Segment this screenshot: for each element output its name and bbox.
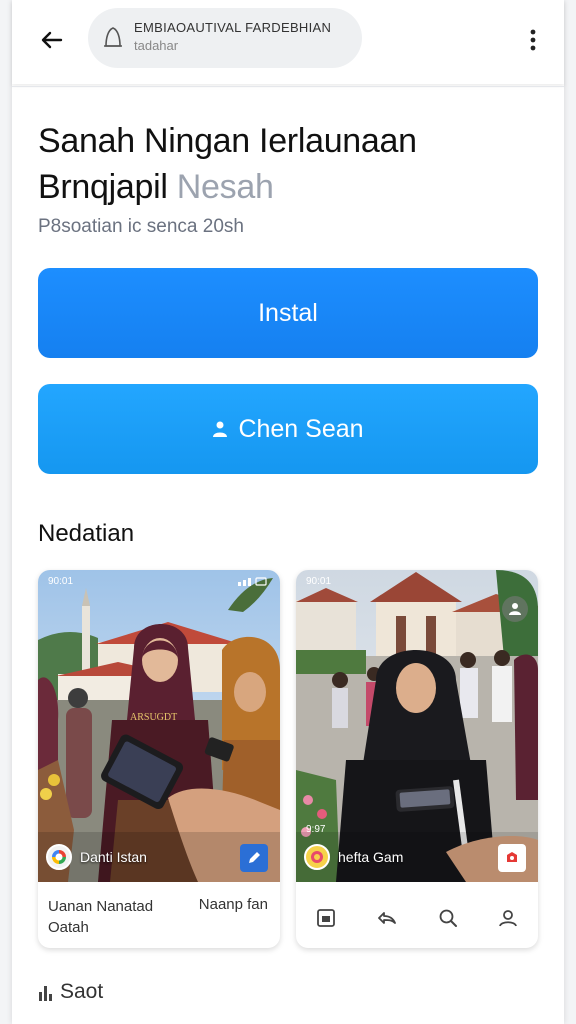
- status-indicators: [238, 576, 268, 586]
- card-actions: [296, 888, 538, 948]
- install-button[interactable]: Instal: [38, 268, 538, 358]
- more-options-button[interactable]: [518, 24, 548, 56]
- channel-name: Danti Istan: [80, 849, 147, 865]
- more-vertical-icon: [530, 29, 536, 51]
- back-button[interactable]: [34, 22, 70, 58]
- status-time: 90:01: [306, 576, 332, 587]
- media-card[interactable]: ARSUGDT 90:01 Danti Istan Uanan Nanatad …: [38, 570, 280, 948]
- section-title: Nedatian: [38, 520, 135, 547]
- search-icon[interactable]: [438, 908, 458, 928]
- toolbar-divider: [12, 86, 564, 87]
- account-icon[interactable]: [498, 908, 518, 928]
- card-photo: 90:01 9:97 hefta Gam: [296, 570, 538, 882]
- channel-info[interactable]: Danti Istan: [46, 844, 147, 870]
- card-photo: ARSUGDT 90:01 Danti Istan: [38, 570, 280, 882]
- bar-chart-icon: [39, 986, 52, 1001]
- google-logo-icon: [46, 844, 72, 870]
- share-icon[interactable]: [376, 908, 398, 928]
- record-icon[interactable]: [498, 844, 526, 872]
- caption-line-1: Uanan Nanatad: [48, 898, 154, 915]
- card-caption-right[interactable]: Naanp fan: [199, 896, 268, 913]
- lock-icon: [104, 27, 122, 47]
- caption-line-2: Oatah: [48, 919, 89, 936]
- open-button[interactable]: Chen Sean: [38, 384, 538, 474]
- person-icon: [212, 420, 228, 438]
- footer-label[interactable]: Saot: [38, 980, 103, 1004]
- channel-name: hefta Gam: [338, 849, 404, 865]
- signal-icon: [238, 577, 267, 586]
- url-text: EMBIAOAUTIVAL FARDEBHIAN: [134, 20, 332, 35]
- back-arrow-icon: [41, 31, 63, 49]
- channel-info[interactable]: hefta Gam: [304, 844, 403, 870]
- address-bar[interactable]: EMBIAOAUTIVAL FARDEBHIAN tadahar: [88, 8, 362, 68]
- profile-icon[interactable]: [502, 596, 528, 622]
- url-subtext: tadahar: [134, 38, 179, 53]
- app-subtitle: P8soatian ic senca 20sh: [38, 216, 244, 237]
- card-caption: Uanan Nanatad Oatah: [48, 896, 153, 938]
- install-button-label: Instal: [258, 298, 318, 327]
- svg-text:ARSUGDT: ARSUGDT: [130, 712, 177, 723]
- footer-text: Saot: [60, 980, 104, 1003]
- app-title-light: Nesah: [176, 168, 274, 206]
- edit-icon[interactable]: [240, 844, 268, 872]
- media-card[interactable]: 90:01 9:97 hefta Gam: [296, 570, 538, 948]
- browser-toolbar: EMBIAOAUTIVAL FARDEBHIAN tadahar: [12, 0, 564, 84]
- overlay-text: 9:97: [306, 824, 326, 835]
- open-button-label: Chen Sean: [238, 414, 364, 443]
- app-title: Sanah Ningan Ierlaunaan Brnqjapil Nesah: [38, 118, 548, 210]
- status-time: 90:01: [48, 576, 74, 587]
- app-page: EMBIAOAUTIVAL FARDEBHIAN tadahar Sanah N…: [12, 0, 564, 1024]
- channel-avatar-icon: [304, 844, 330, 870]
- image-icon[interactable]: [316, 908, 336, 928]
